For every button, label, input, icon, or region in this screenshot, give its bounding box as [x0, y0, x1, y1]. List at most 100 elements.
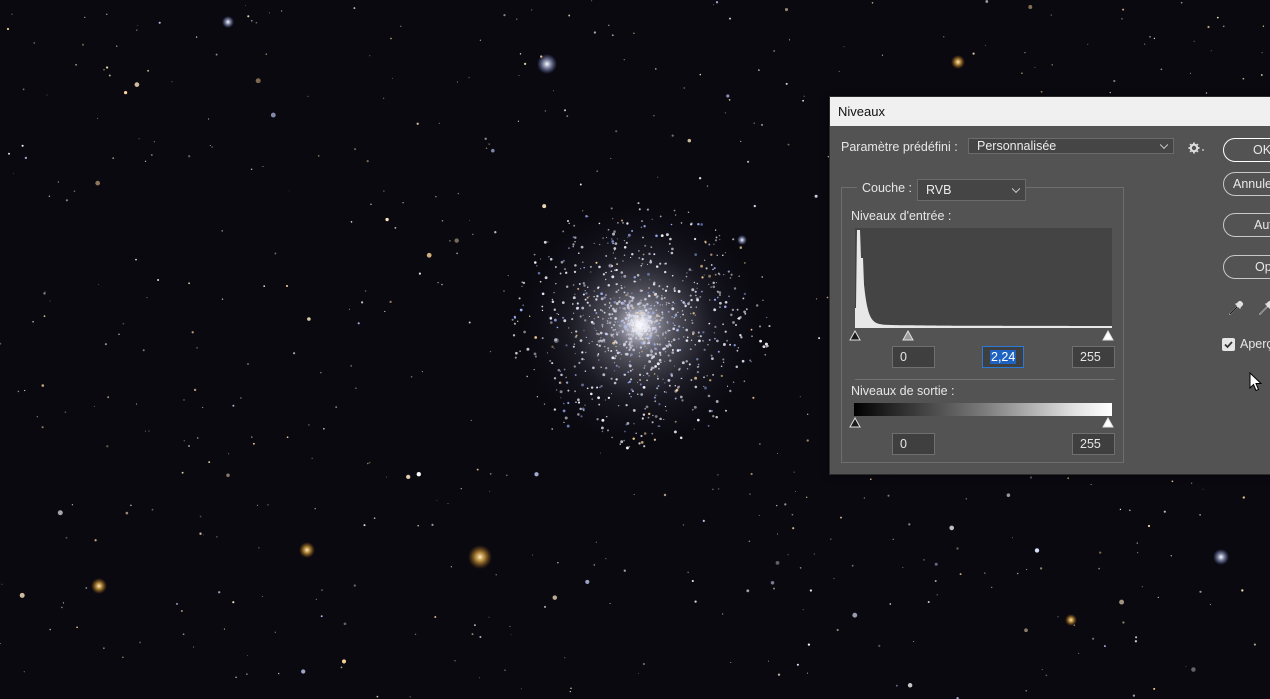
- cluster-star: [712, 374, 714, 376]
- input-gamma-field[interactable]: 2,24: [982, 346, 1024, 368]
- star: [983, 572, 986, 574]
- star: [1045, 674, 1048, 677]
- auto-button[interactable]: Auto: [1223, 213, 1270, 237]
- options-button[interactable]: Options...: [1223, 255, 1270, 279]
- cluster-star: [574, 293, 576, 295]
- star: [274, 252, 277, 255]
- star: [385, 217, 389, 222]
- star: [416, 472, 421, 477]
- star: [595, 541, 597, 543]
- cluster-star: [565, 285, 569, 289]
- star: [61, 606, 63, 609]
- channel-select[interactable]: RVB: [917, 179, 1026, 201]
- cluster-star: [669, 237, 672, 241]
- input-highlight-field[interactable]: 255: [1072, 346, 1115, 368]
- eyedropper-black-icon[interactable]: [1228, 300, 1244, 321]
- star: [743, 261, 746, 264]
- cluster-star: [696, 358, 699, 361]
- star: [49, 300, 51, 302]
- star: [1025, 689, 1028, 692]
- star: [807, 413, 809, 415]
- star: [818, 337, 821, 340]
- cluster-star: [638, 250, 640, 252]
- cluster-star: [690, 306, 692, 309]
- checkmark-icon: [1224, 341, 1233, 349]
- star: [770, 580, 775, 585]
- cluster-star: [765, 345, 768, 348]
- cluster-star: [522, 304, 525, 307]
- cluster-star: [521, 281, 523, 283]
- star: [1098, 567, 1100, 570]
- eyedropper-gray-icon[interactable]: [1258, 300, 1270, 321]
- star: [881, 54, 883, 56]
- cluster-star: [568, 327, 570, 329]
- star: [1216, 16, 1219, 19]
- cluster-star: [685, 339, 689, 342]
- cluster-star: [610, 377, 613, 380]
- cluster-star: [737, 318, 739, 320]
- star: [792, 527, 795, 530]
- cluster-star: [564, 416, 568, 420]
- cluster-star: [739, 246, 743, 249]
- gear-icon[interactable]: [1187, 141, 1205, 160]
- star: [1136, 542, 1139, 544]
- star: [1024, 51, 1026, 54]
- cluster-star: [515, 351, 518, 355]
- star: [776, 533, 778, 535]
- dialog-title: Niveaux: [830, 97, 1270, 126]
- star: [431, 523, 434, 527]
- star: [250, 19, 253, 22]
- star: [1171, 480, 1174, 483]
- cluster-star: [549, 359, 552, 362]
- star: [22, 88, 25, 91]
- cluster-star: [620, 276, 623, 278]
- cluster-star: [717, 350, 720, 353]
- cluster-star: [588, 342, 591, 345]
- star: [682, 524, 685, 526]
- star: [611, 34, 614, 37]
- cluster-star: [708, 338, 711, 341]
- star: [564, 657, 566, 659]
- star: [319, 371, 322, 374]
- preset-select[interactable]: Personnalisée: [968, 138, 1174, 154]
- output-highlight-field[interactable]: 255: [1072, 433, 1115, 455]
- cluster-star: [562, 230, 565, 233]
- output-shadow-field[interactable]: 0: [892, 433, 935, 455]
- star: [1262, 25, 1265, 27]
- preview-checkbox[interactable]: [1222, 338, 1235, 351]
- star: [777, 452, 778, 454]
- cluster-star: [579, 315, 582, 318]
- ok-button[interactable]: OK: [1223, 138, 1270, 162]
- cluster-star: [716, 254, 718, 256]
- cluster-star: [664, 262, 667, 265]
- star: [531, 554, 534, 556]
- star: [1189, 72, 1191, 74]
- star: [33, 41, 36, 44]
- cluster-star: [573, 270, 577, 274]
- star: [122, 656, 124, 658]
- cluster-star: [617, 404, 620, 407]
- cluster-star: [533, 368, 535, 371]
- histogram: [855, 228, 1112, 328]
- cancel-button[interactable]: Annuler: [1223, 172, 1270, 196]
- star: [530, 9, 533, 11]
- star: [182, 633, 185, 636]
- star: [1029, 476, 1033, 479]
- star: [552, 90, 554, 92]
- star: [1040, 90, 1043, 93]
- star: [348, 308, 350, 310]
- cluster-star: [647, 272, 650, 276]
- preset-value: Personnalisée: [977, 139, 1057, 153]
- cluster-star: [756, 304, 759, 307]
- cluster-star: [762, 345, 766, 349]
- cluster-star: [662, 378, 664, 380]
- cluster-star: [762, 299, 764, 301]
- cluster-star: [690, 298, 693, 302]
- cluster-star: [625, 403, 628, 407]
- cluster-star: [696, 418, 700, 422]
- star: [323, 427, 325, 430]
- cluster-star: [651, 218, 653, 220]
- input-shadow-field[interactable]: 0: [892, 346, 935, 368]
- star: [343, 622, 347, 626]
- star: [596, 170, 598, 172]
